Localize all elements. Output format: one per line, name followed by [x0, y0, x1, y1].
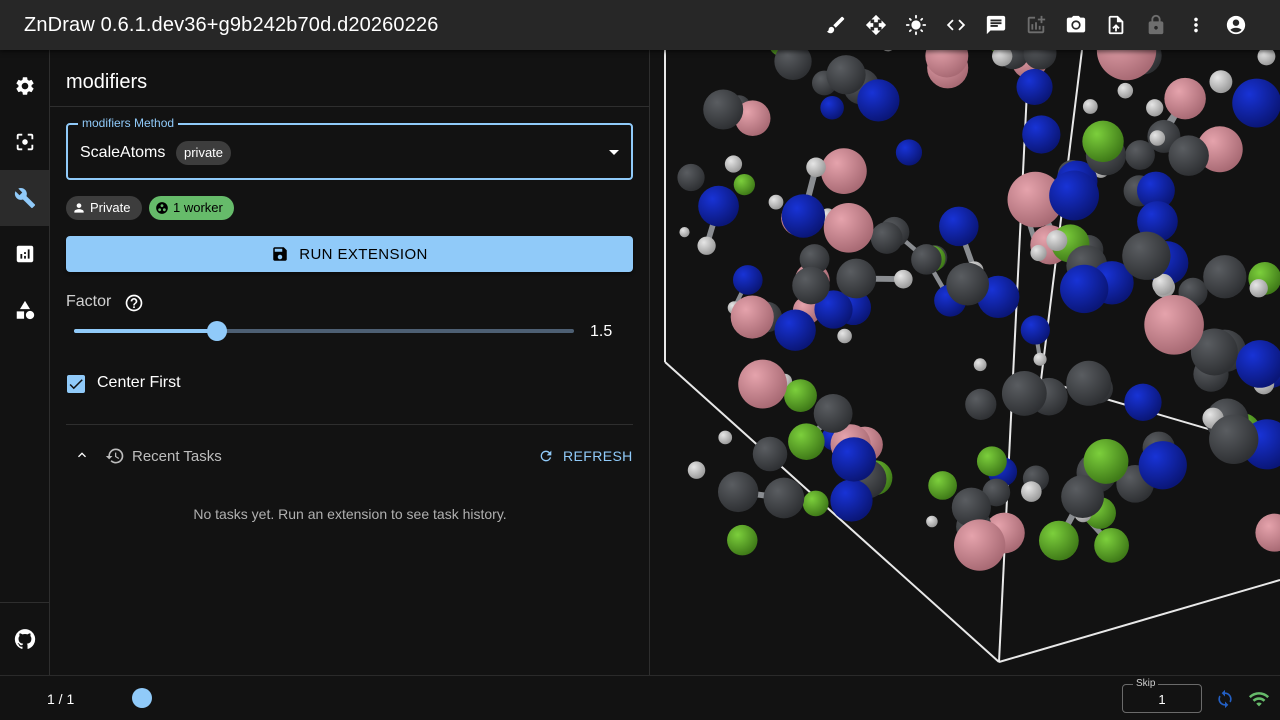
chevron-up-icon	[78, 452, 86, 458]
sidebar-item-analysis[interactable]	[0, 226, 49, 282]
add-chart-icon	[1027, 15, 1046, 34]
molecule-scene[interactable]	[651, 50, 1280, 675]
github-icon	[14, 629, 35, 649]
center-first-checkbox[interactable]	[67, 375, 85, 393]
history-icon-wrap	[105, 446, 125, 466]
sidebar-item-geometry[interactable]	[0, 282, 49, 338]
method-select-label: modifiers Method	[78, 116, 179, 130]
account-button[interactable]	[1216, 5, 1256, 45]
toolbar	[816, 5, 1256, 45]
frame-counter: 1 / 1	[47, 691, 75, 707]
refresh-button[interactable]: REFRESH	[538, 446, 633, 466]
screenshot-button[interactable]	[1056, 5, 1096, 45]
refresh-icon	[540, 450, 552, 462]
lock-button[interactable]	[1136, 5, 1176, 45]
collapse-recent-button[interactable]	[74, 447, 90, 463]
chat-icon	[986, 15, 1006, 35]
check-icon	[69, 379, 83, 390]
molecule-viewer[interactable]	[651, 50, 1280, 675]
rail-divider	[0, 602, 49, 603]
skip-input[interactable]: Skip 1	[1122, 678, 1202, 713]
sidebar-item-selection[interactable]	[0, 114, 49, 170]
panel-title: modifiers	[66, 71, 148, 93]
skip-label: Skip	[1133, 678, 1159, 690]
chevron-down-icon	[609, 150, 619, 155]
refresh-label: REFRESH	[563, 448, 633, 464]
app-title: ZnDraw 0.6.1.dev36+g9b242b70d.d20260226	[24, 14, 439, 36]
atoms	[677, 50, 1280, 571]
method-private-chip: private	[176, 141, 232, 165]
factor-slider-thumb[interactable]	[207, 321, 227, 341]
run-extension-label: RUN EXTENSION	[299, 245, 428, 263]
person-icon	[74, 203, 84, 213]
github-link[interactable]	[0, 611, 49, 667]
add-chart-button[interactable]	[1016, 5, 1056, 45]
playback-bar: 1 / 1 Skip 1	[0, 675, 1280, 720]
settings-icon	[15, 77, 34, 95]
help-icon	[125, 294, 143, 312]
method-select[interactable]: modifiers Method ScaleAtoms private	[66, 116, 633, 180]
upload-file-icon	[1108, 15, 1124, 35]
factor-label: Factor	[66, 293, 112, 310]
history-icon	[105, 448, 124, 464]
app-bar: ZnDraw 0.6.1.dev36+g9b242b70d.d20260226	[0, 0, 1280, 50]
code-icon	[946, 19, 966, 31]
chat-button[interactable]	[976, 5, 1016, 45]
wifi-icon	[1248, 692, 1270, 707]
more-button[interactable]	[1176, 5, 1216, 45]
worker-chip: 1 worker	[149, 196, 234, 220]
analysis-icon	[16, 245, 33, 263]
visibility-chip-label: Private	[90, 200, 131, 215]
frame-slider-thumb[interactable]	[132, 688, 152, 708]
sidebar-rail	[0, 50, 50, 675]
brightness-button[interactable]	[896, 5, 936, 45]
brush-icon	[826, 16, 845, 34]
run-extension-button[interactable]: RUN EXTENSION	[66, 236, 633, 272]
workers-icon	[156, 202, 168, 214]
visibility-chip: Private	[66, 196, 142, 220]
empty-tasks-message: No tasks yet. Run an extension to see ta…	[193, 506, 507, 522]
brightness-icon	[905, 14, 927, 36]
factor-slider-track	[74, 329, 217, 333]
method-select-value: ScaleAtoms	[80, 144, 166, 161]
upload-file-button[interactable]	[1096, 5, 1136, 45]
wrench-icon	[14, 188, 35, 209]
camera-icon	[1066, 15, 1086, 33]
sync-icon	[1218, 689, 1232, 709]
connection-status	[1248, 688, 1270, 710]
move-button[interactable]	[856, 5, 896, 45]
sidebar-item-modifiers[interactable]	[0, 170, 49, 226]
account-icon	[1226, 15, 1246, 35]
save-icon	[273, 247, 287, 261]
geometry-icon	[16, 300, 34, 320]
selection-icon	[16, 133, 33, 151]
skip-value: 1	[1158, 692, 1166, 707]
brush-button[interactable]	[816, 5, 856, 45]
center-first-label: Center First	[97, 374, 181, 391]
modifiers-panel: modifiers modifiers Method ScaleAtoms pr…	[50, 50, 650, 675]
more-vert-icon	[1194, 17, 1198, 33]
worker-chip-label: 1 worker	[173, 200, 223, 215]
sidebar-item-settings[interactable]	[0, 58, 49, 114]
factor-value: 1.5	[590, 323, 613, 340]
sync-button[interactable]	[1215, 689, 1235, 709]
panel-divider	[50, 106, 650, 107]
move-icon	[865, 14, 887, 36]
lock-icon	[1148, 14, 1164, 35]
factor-help[interactable]	[124, 293, 144, 313]
section-divider	[66, 424, 633, 425]
code-button[interactable]	[936, 5, 976, 45]
recent-tasks-label: Recent Tasks	[132, 448, 222, 465]
